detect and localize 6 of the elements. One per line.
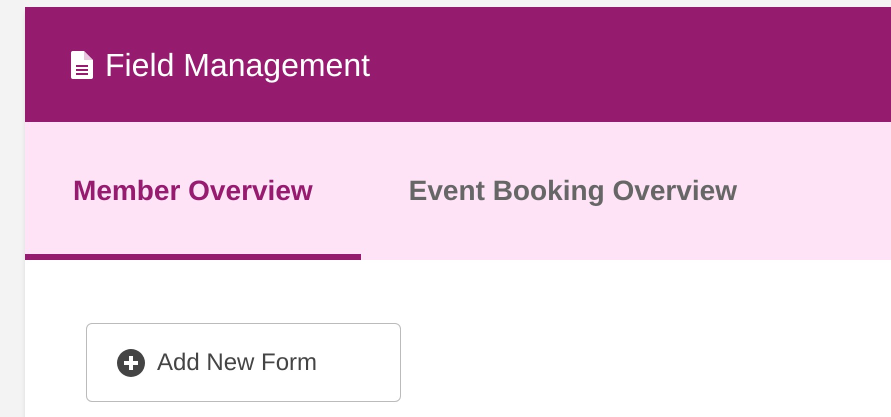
plus-circle-icon: [117, 348, 145, 376]
add-form-button[interactable]: Add New Form: [86, 323, 401, 402]
document-icon: [71, 50, 93, 78]
page-title: Field Management: [105, 46, 370, 85]
tab[interactable]: Event Booking Overview: [360, 122, 785, 260]
tab[interactable]: Member Overview: [25, 122, 361, 260]
